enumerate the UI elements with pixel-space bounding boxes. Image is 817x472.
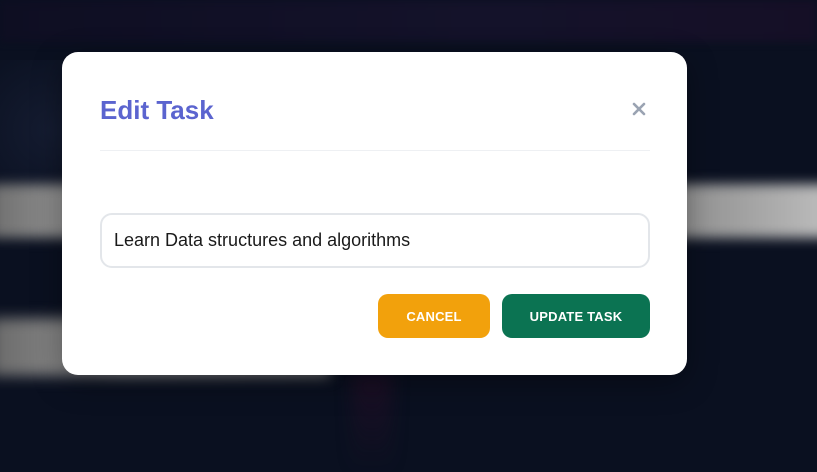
background-header xyxy=(0,0,817,42)
edit-task-modal: Edit Task CANCEL UPDATE TASK xyxy=(62,52,687,375)
modal-header: Edit Task xyxy=(100,90,650,151)
modal-title: Edit Task xyxy=(100,95,214,125)
background-decoration xyxy=(352,372,392,472)
close-icon xyxy=(628,98,650,120)
task-input[interactable] xyxy=(100,213,650,268)
close-button[interactable] xyxy=(628,98,650,120)
update-task-button[interactable]: UPDATE TASK xyxy=(502,294,650,338)
cancel-button[interactable]: CANCEL xyxy=(378,294,490,338)
